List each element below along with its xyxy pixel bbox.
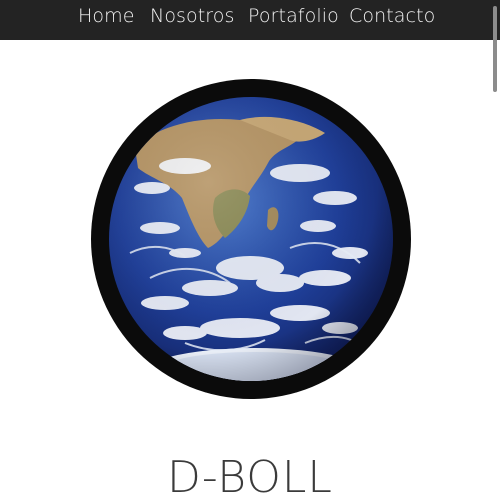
nav-link-nosotros[interactable]: Nosotros — [150, 4, 235, 28]
nav-link-portafolio[interactable]: Portafolio — [248, 4, 339, 28]
page: Home Nosotros Portafolio Contacto D-BOLL — [0, 0, 500, 500]
nav-link-contacto[interactable]: Contacto — [349, 4, 435, 28]
top-navbar: Home Nosotros Portafolio Contacto — [0, 0, 500, 40]
hero-earth-image — [90, 78, 412, 400]
scrollbar-thumb[interactable] — [493, 6, 497, 92]
brand-title: D-BOLL — [167, 452, 333, 500]
nav-link-home[interactable]: Home — [78, 4, 135, 28]
earth-globe-icon — [91, 79, 411, 399]
